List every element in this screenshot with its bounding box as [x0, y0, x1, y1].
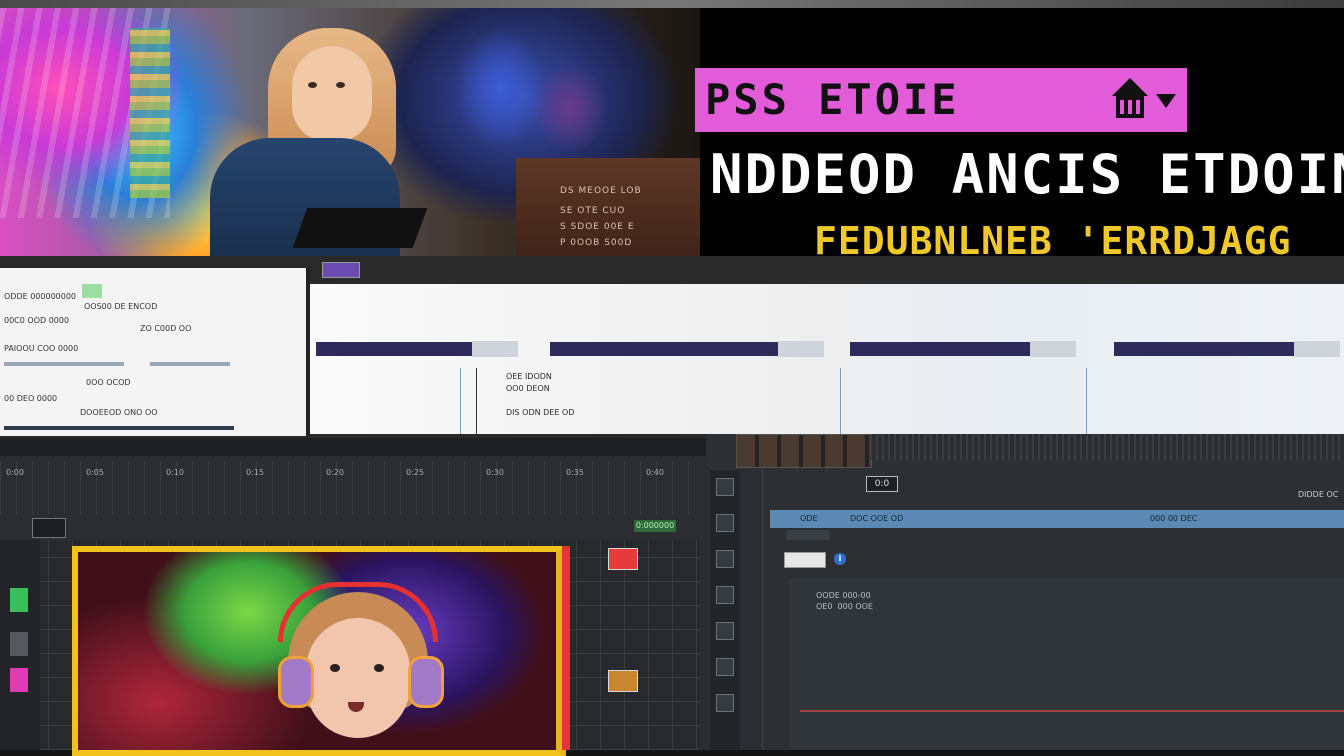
side-toolbar [710, 470, 740, 750]
tool-icon[interactable] [716, 514, 734, 532]
doc-row: DOOEEOD ONO OO [80, 408, 158, 417]
clip-thumbnail[interactable] [608, 670, 638, 692]
chevron-down-icon[interactable] [1156, 94, 1176, 108]
timeline-header [870, 434, 1344, 460]
thumbnail-strip[interactable] [736, 434, 872, 468]
toddler-face [306, 618, 410, 738]
left-tool-panel [0, 540, 40, 750]
selected-track[interactable]: ODE DOC OOE OD 000 00 DEC [770, 510, 1344, 528]
house-icon [1112, 78, 1148, 118]
toddler-eye [330, 664, 340, 672]
headline-text: NDDEOD ANCIS ETDOIN! [710, 143, 1344, 206]
doc-row: 0OO OCOD [86, 378, 131, 387]
earmuff [408, 656, 444, 708]
tool-icon[interactable] [716, 586, 734, 604]
tick-label: 0:35 [566, 468, 584, 477]
divider [840, 368, 841, 434]
time-readout: 0:0 [866, 476, 898, 492]
cell-label: OO0 DEON [506, 384, 550, 393]
clip-name-field[interactable] [784, 552, 826, 568]
doc-row: PAIOOU COO 0000 [4, 344, 79, 353]
child-face [292, 46, 372, 142]
sequence-bar[interactable] [316, 341, 518, 357]
toddler-eye [374, 664, 384, 672]
tick-label: 0:15 [246, 468, 264, 477]
track-header [786, 530, 830, 540]
pink-tool-icon[interactable] [10, 668, 28, 692]
podium-text: P 0OOB S00D [560, 238, 633, 248]
clip-thumbnail[interactable] [608, 548, 638, 570]
cell-label: DIS ODN DEE OD [506, 408, 575, 417]
tool-icon[interactable] [716, 658, 734, 676]
track-controls-column [740, 470, 763, 750]
earmuff [278, 656, 314, 708]
tick-label: 0:00 [6, 468, 24, 477]
sequence-bar[interactable] [550, 341, 824, 357]
sequence-bar[interactable] [1114, 341, 1340, 357]
child-with-laptop-photo: DS MEOOE LOB SE OTE CUO S SDOE 00E E P 0… [0, 8, 700, 256]
text-line [150, 362, 230, 366]
podium-text: SE OTE CUO [560, 206, 626, 216]
track-label: 000 00 DEC [1150, 514, 1198, 523]
doc-row: 00 DEO 0000 [4, 394, 58, 403]
tool-icon[interactable] [716, 694, 734, 712]
child-eye [308, 82, 317, 88]
highlight-marker [82, 284, 102, 298]
cell-label: OEE IDODN [506, 372, 552, 381]
info-icon[interactable]: i [834, 553, 846, 565]
divider [460, 368, 461, 434]
clip-info-text: OODE 000-00 OE0 000 OOE [816, 591, 873, 611]
podium-text: S SDOE 00E E [560, 222, 635, 232]
divider [476, 368, 477, 434]
tick-label: 0:30 [486, 468, 504, 477]
track-label: DOC OOE OD [850, 514, 904, 523]
tick-label: 0:05 [86, 468, 104, 477]
laptop [292, 208, 428, 248]
gray-tool-icon[interactable] [10, 632, 28, 656]
doc-row: OOS00 DE ENCOD [84, 302, 158, 311]
track-label: ODE [800, 514, 818, 523]
artwork-panel [130, 28, 170, 198]
document-panel: ODDE 000000000 OOS00 DE ENCOD 00C0 OOD 0… [0, 268, 310, 436]
tick-label: 0:20 [326, 468, 344, 477]
tool-icon[interactable] [716, 478, 734, 496]
tick-label: 0:40 [646, 468, 664, 477]
sequence-bar[interactable] [850, 341, 1076, 357]
mini-tab[interactable] [322, 262, 360, 278]
child-eye [336, 82, 345, 88]
doc-row: ZO C00D OO [140, 324, 192, 333]
timeline-area[interactable] [790, 578, 1344, 750]
timeline-ruler[interactable]: 0:00 0:05 0:10 0:15 0:20 0:25 0:30 0:35 … [0, 462, 700, 514]
playhead-track [800, 710, 1344, 712]
window-top-strip [0, 0, 1344, 8]
background-people [440, 18, 620, 178]
text-line [4, 426, 234, 430]
text-line [4, 362, 124, 366]
tool-icon[interactable] [716, 550, 734, 568]
green-tool-icon[interactable] [10, 588, 28, 612]
divider [1086, 368, 1087, 434]
tick-label: 0:10 [166, 468, 184, 477]
doc-row: 00C0 OOD 0000 [4, 316, 70, 325]
tool-icon[interactable] [716, 622, 734, 640]
panel-label: DIDDE OC [1298, 490, 1339, 499]
preview-status-badge: 0:000000 [634, 520, 676, 532]
editor-toolbar [0, 438, 706, 456]
frame-edge-marker [562, 546, 570, 750]
tick-label: 0:25 [406, 468, 424, 477]
sequence-panel: OEE IDODN OO0 DEON DIS ODN DEE OD [310, 284, 1344, 434]
podium-text: DS MEOOE LOB [560, 186, 642, 196]
view-mode-button[interactable] [32, 518, 66, 538]
video-preview-frame[interactable] [72, 546, 566, 756]
doc-row: ODDE 000000000 [4, 292, 77, 301]
